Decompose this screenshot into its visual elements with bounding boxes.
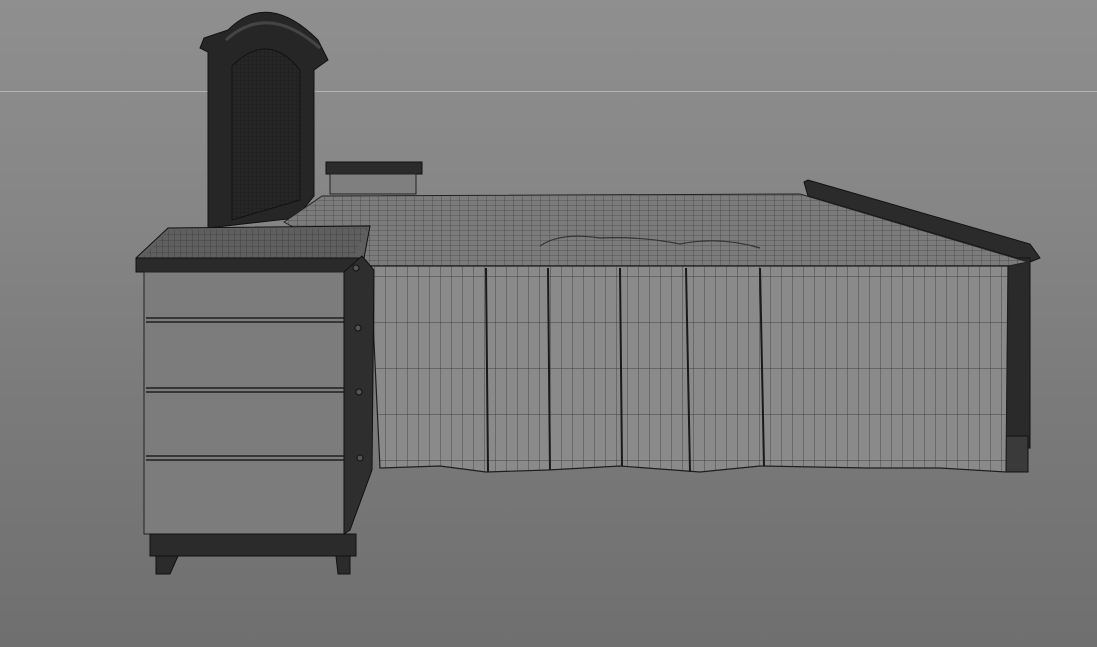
scene-render[interactable] <box>0 0 1097 647</box>
nightstand[interactable] <box>325 161 423 195</box>
mirror[interactable] <box>199 11 329 229</box>
3d-viewport[interactable] <box>0 0 1097 647</box>
bed-top[interactable] <box>283 193 1029 267</box>
bedspread[interactable] <box>363 265 1009 473</box>
chest-of-drawers[interactable] <box>135 225 375 575</box>
